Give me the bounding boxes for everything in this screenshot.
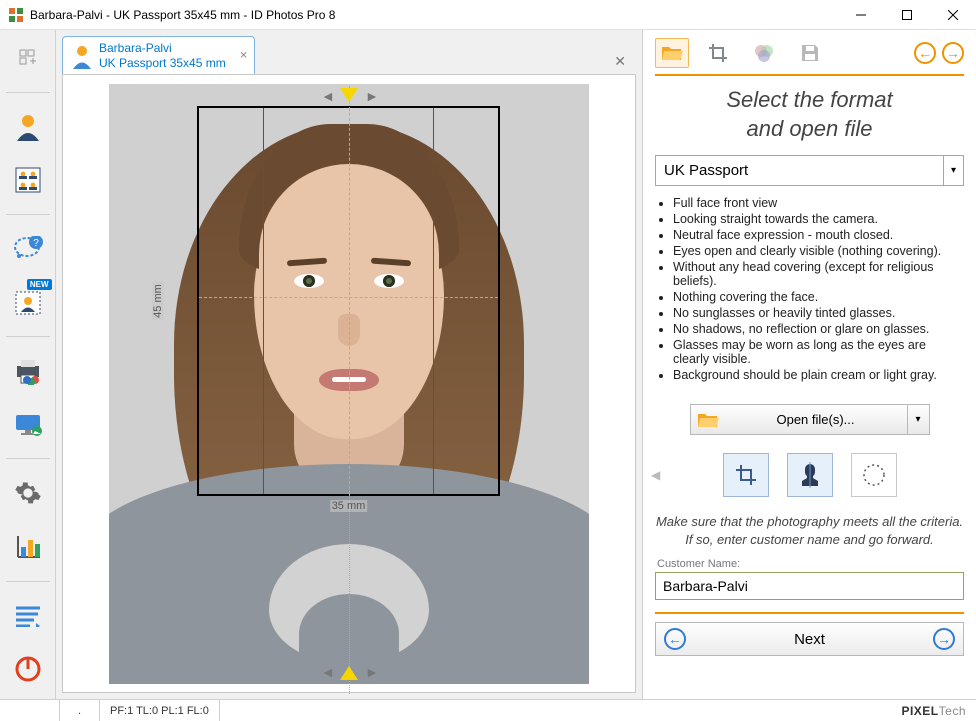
collapse-arrow-icon[interactable]: ◀ bbox=[651, 468, 660, 482]
dotted-circle-icon bbox=[861, 462, 887, 488]
separator bbox=[6, 336, 50, 337]
requirement-item: Without any head covering (except for re… bbox=[673, 260, 964, 288]
new-badge: NEW bbox=[27, 279, 52, 290]
open-file-label: Open file(s)... bbox=[725, 405, 907, 434]
step-crop-button[interactable] bbox=[701, 38, 735, 68]
tab-name: Barbara-Palvi bbox=[99, 41, 226, 55]
status-cell-counts: PF:1 TL:0 PL:1 FL:0 bbox=[100, 700, 220, 721]
instruction-text: Make sure that the photography meets all… bbox=[655, 513, 964, 548]
next-label: Next bbox=[686, 631, 933, 648]
app-icon bbox=[8, 7, 24, 23]
requirement-item: Glasses may be worn as long as the eyes … bbox=[673, 338, 964, 366]
separator bbox=[6, 92, 50, 93]
save-icon bbox=[800, 43, 820, 63]
nav-prev-button[interactable]: ← bbox=[914, 42, 936, 64]
statusbar: . PF:1 TL:0 PL:1 FL:0 PIXELTech bbox=[0, 699, 976, 721]
requirement-item: Nothing covering the face. bbox=[673, 290, 964, 304]
format-dropdown-button[interactable]: ▾ bbox=[944, 155, 964, 186]
separator bbox=[6, 214, 50, 215]
customer-name-label: Customer Name: bbox=[657, 558, 964, 570]
document-tabbar: Barbara-Palvi UK Passport 35x45 mm ✕ ✕ bbox=[56, 30, 642, 74]
crop-mode-face[interactable] bbox=[787, 453, 833, 497]
step-adjust-button[interactable] bbox=[747, 38, 781, 68]
arrow-left-icon: ◄ bbox=[321, 664, 335, 680]
left-sidebar: ? NEW bbox=[0, 30, 56, 699]
portrait-image bbox=[109, 84, 589, 684]
requirement-item: Background should be plain cream or ligh… bbox=[673, 368, 964, 382]
next-step-icon[interactable]: → bbox=[933, 628, 955, 650]
requirement-item: Full face front view bbox=[673, 196, 964, 210]
brand-label: PIXELTech bbox=[901, 704, 976, 718]
print-button[interactable] bbox=[8, 351, 48, 391]
settings-button[interactable] bbox=[8, 473, 48, 513]
window-controls bbox=[838, 0, 976, 30]
person-icon bbox=[71, 43, 93, 69]
requirement-item: No sunglasses or heavily tinted glasses. bbox=[673, 306, 964, 320]
step-open-button[interactable] bbox=[655, 38, 689, 68]
separator bbox=[6, 458, 50, 459]
nav-next-button[interactable]: → bbox=[942, 42, 964, 64]
silhouette-icon bbox=[799, 462, 821, 488]
photo-new-button[interactable]: NEW bbox=[8, 283, 48, 323]
list-button[interactable] bbox=[8, 596, 48, 636]
photo-workspace: 45 mm 35 mm ◄ ► ◄ ► bbox=[62, 74, 636, 693]
right-panel: ← → Select the format and open file UK P… bbox=[642, 30, 976, 699]
status-cell-dot: . bbox=[60, 700, 100, 721]
crop-mode-row: ◀ bbox=[655, 453, 964, 497]
panel-heading: Select the format and open file bbox=[655, 86, 964, 143]
format-select[interactable]: UK Passport ▾ bbox=[655, 155, 964, 186]
monitor-button[interactable] bbox=[8, 405, 48, 445]
format-value: UK Passport bbox=[655, 155, 944, 186]
requirement-item: Neutral face expression - mouth closed. bbox=[673, 228, 964, 242]
divider bbox=[655, 612, 964, 614]
open-file-dropdown[interactable]: ▾ bbox=[907, 405, 929, 434]
separator bbox=[6, 581, 50, 582]
prev-step-icon[interactable]: ← bbox=[664, 628, 686, 650]
titlebar: Barbara-Palvi - UK Passport 35x45 mm - I… bbox=[0, 0, 976, 30]
crop-mode-outline[interactable] bbox=[851, 453, 897, 497]
step-save-button[interactable] bbox=[793, 38, 827, 68]
photo-canvas[interactable]: 45 mm 35 mm ◄ ► ◄ ► bbox=[109, 84, 589, 684]
requirements-list: Full face front view Looking straight tow… bbox=[655, 196, 964, 384]
power-button[interactable] bbox=[8, 649, 48, 689]
top-crop-handle[interactable] bbox=[340, 88, 358, 102]
app-body: ? NEW bbox=[0, 30, 976, 699]
customer-name-input[interactable] bbox=[655, 572, 964, 600]
svg-text:?: ? bbox=[33, 238, 39, 249]
arrow-right-icon: ► bbox=[365, 664, 379, 680]
arrow-left-icon: ◄ bbox=[321, 88, 335, 104]
crop-icon bbox=[708, 43, 728, 63]
tab-format: UK Passport 35x45 mm bbox=[99, 56, 226, 70]
step-toolbar: ← → bbox=[655, 38, 964, 76]
tab-close-icon[interactable]: ✕ bbox=[239, 50, 247, 61]
maximize-button[interactable] bbox=[884, 0, 930, 30]
document-tab[interactable]: Barbara-Palvi UK Passport 35x45 mm ✕ bbox=[62, 36, 255, 74]
batch-button[interactable] bbox=[8, 160, 48, 200]
status-cell-1 bbox=[0, 700, 60, 721]
window-title: Barbara-Palvi - UK Passport 35x45 mm - I… bbox=[30, 8, 335, 22]
color-adjust-icon bbox=[753, 43, 775, 63]
requirement-item: Looking straight towards the camera. bbox=[673, 212, 964, 226]
open-file-button[interactable]: Open file(s)... ▾ bbox=[690, 404, 930, 435]
requirement-item: Eyes open and clearly visible (nothing c… bbox=[673, 244, 964, 258]
close-all-tabs-button[interactable]: ✕ bbox=[606, 49, 634, 74]
person-button[interactable] bbox=[8, 107, 48, 147]
crop-mode-manual[interactable] bbox=[723, 453, 769, 497]
bottom-crop-handle[interactable] bbox=[340, 666, 358, 680]
arrow-right-icon: ► bbox=[365, 88, 379, 104]
close-button[interactable] bbox=[930, 0, 976, 30]
stats-button[interactable] bbox=[8, 527, 48, 567]
help-button[interactable]: ? bbox=[8, 229, 48, 269]
folder-open-icon bbox=[691, 405, 725, 434]
minimize-button[interactable] bbox=[838, 0, 884, 30]
customer-name-field: Customer Name: bbox=[655, 558, 964, 600]
grid-menu-button[interactable] bbox=[8, 38, 48, 78]
center-panel: Barbara-Palvi UK Passport 35x45 mm ✕ ✕ bbox=[56, 30, 642, 699]
requirement-item: No shadows, no reflection or glare on gl… bbox=[673, 322, 964, 336]
next-button[interactable]: ← Next → bbox=[655, 622, 964, 656]
folder-open-icon bbox=[661, 44, 683, 62]
crop-icon bbox=[735, 464, 757, 486]
